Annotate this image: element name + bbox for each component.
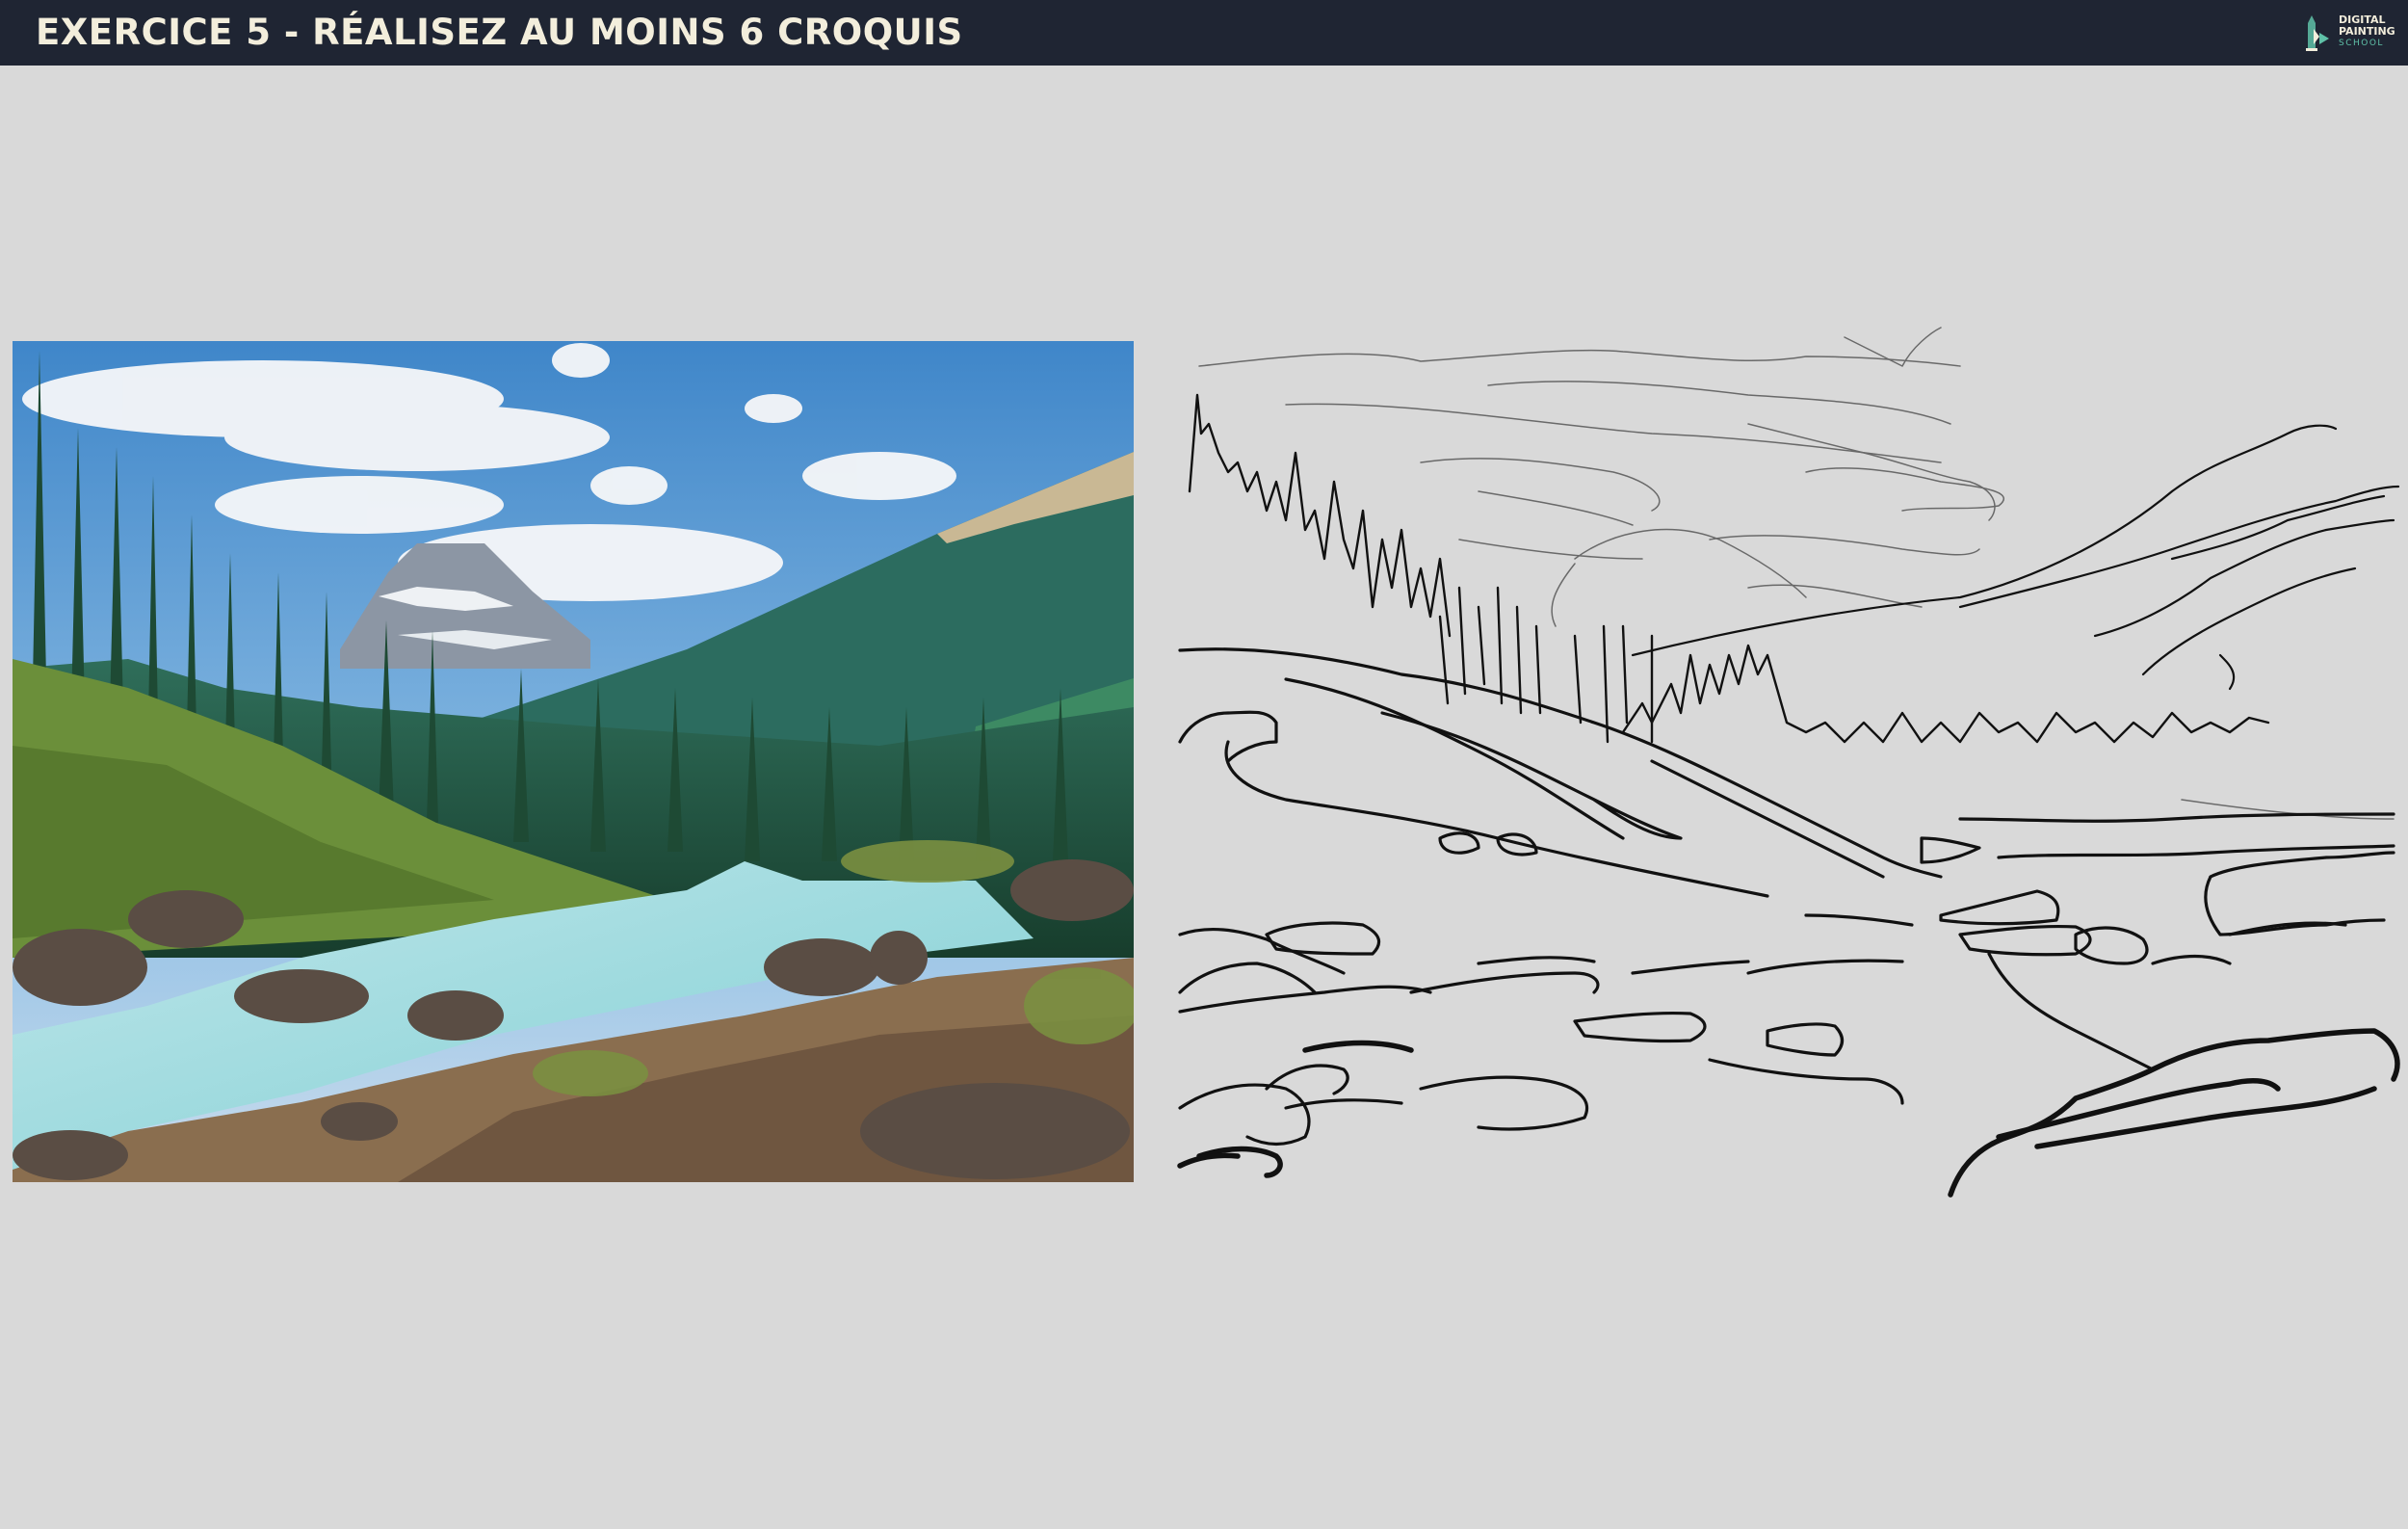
landscape-sketch-drawing — [1177, 327, 2400, 1198]
page-title: EXERCICE 5 - RÉALISEZ AU MOINS 6 CROQUIS — [36, 12, 963, 53]
paintbrush-logo-icon — [2306, 15, 2329, 51]
reference-photo — [13, 341, 1134, 1182]
header-bar: EXERCICE 5 - RÉALISEZ AU MOINS 6 CROQUIS… — [0, 0, 2408, 66]
line-sketch — [1170, 318, 2408, 1214]
logo-line-3: SCHOOL — [2339, 39, 2384, 48]
logo-line-2: PAINTING — [2339, 25, 2395, 38]
school-logo: DIGITAL PAINTING SCHOOL — [2300, 12, 2396, 54]
landscape-illustration — [13, 341, 1134, 1182]
